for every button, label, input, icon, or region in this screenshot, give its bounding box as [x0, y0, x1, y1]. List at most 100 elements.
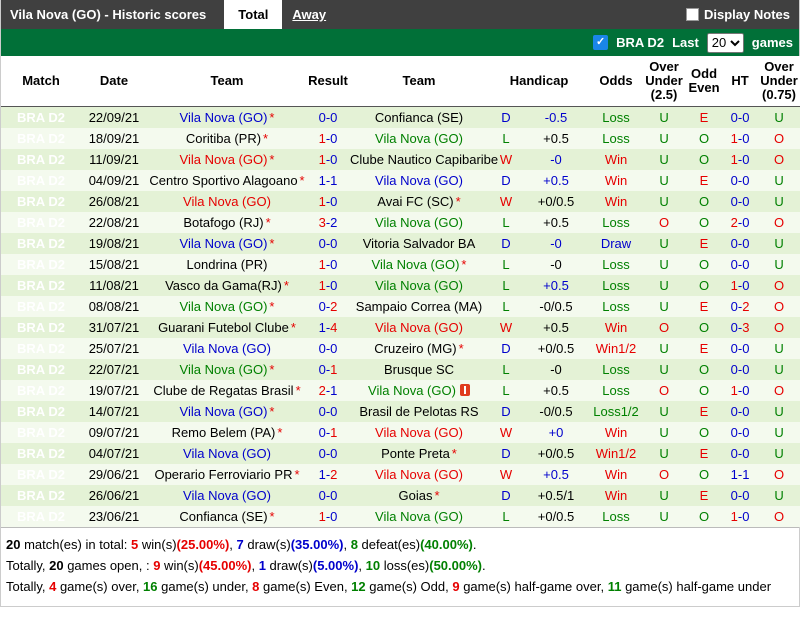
odd-even-cell: E	[685, 170, 724, 191]
star-marker: *	[263, 131, 269, 146]
team-name: Londrina (PR)	[186, 257, 268, 272]
league-badge: BRA D2	[1, 212, 81, 233]
summary-segment: game(s) Even,	[259, 579, 352, 594]
column-header-date: Date	[81, 56, 147, 107]
league-filter-checkbox-icon[interactable]: ✓	[593, 35, 609, 50]
date-cell: 31/07/21	[81, 317, 147, 338]
result-cell: 1-2	[307, 464, 349, 485]
away-team-cell: Clube Nautico Capibaribe	[349, 149, 498, 170]
column-header-over-under-0-75: Over Under (0.75)	[757, 56, 800, 107]
odd-even-cell: O	[685, 191, 724, 212]
away-team-cell: Confianca (SE)	[349, 106, 489, 128]
home-score: 0	[318, 488, 326, 503]
odds-cell: Win1/2	[589, 338, 644, 359]
home-team-cell: Botafogo (RJ) *	[147, 212, 307, 233]
match-row: BRA D2 18/09/21 Coritiba (PR) * 1-0 Vila Nova…	[1, 128, 800, 149]
summary-segment: .	[482, 558, 486, 573]
odds-cell: Loss	[589, 506, 644, 527]
handicap-cell: +0.5	[523, 317, 590, 338]
date-cell: 22/08/21	[81, 212, 147, 233]
team-name: Goias	[398, 488, 433, 503]
away-score: 0	[742, 446, 750, 461]
away-score: 0	[330, 131, 338, 146]
ht-cell: 0-0	[723, 359, 758, 380]
result-letter-cell: W	[489, 191, 523, 212]
odd-even-cell: E	[685, 485, 724, 506]
odd-even-cell: E	[685, 296, 724, 317]
summary-segment: game(s) half-game under	[621, 579, 772, 594]
display-notes-toggle[interactable]: Display Notes	[686, 7, 799, 22]
league-badge: BRA D2	[1, 191, 81, 212]
league-badge: BRA D2	[1, 106, 81, 128]
odds-cell: Loss	[589, 212, 644, 233]
star-marker: *	[269, 236, 275, 251]
odd-even-cell: O	[685, 506, 724, 527]
summary-segment: ,	[358, 558, 366, 573]
odds-cell: Win	[589, 149, 644, 170]
odd-even-cell: O	[685, 422, 724, 443]
panel-title: Vila Nova (GO) - Historic scores	[10, 7, 207, 22]
match-row: BRA D2 22/07/21 Vila Nova (GO) * 0-1 Brusque …	[1, 359, 800, 380]
column-header-home-team: Team	[147, 56, 307, 107]
handicap-cell: -0/0.5	[523, 296, 590, 317]
odds-cell: Win1/2	[589, 443, 644, 464]
handicap-cell: +0.5	[523, 275, 590, 296]
date-cell: 08/08/21	[81, 296, 147, 317]
home-team-cell: Vila Nova (GO) *	[147, 296, 307, 317]
over-under-0-75-cell: U	[757, 254, 800, 275]
red-card-icon	[459, 384, 470, 396]
home-score: 1	[730, 278, 738, 293]
handicap-cell: +0.5/1	[523, 485, 590, 506]
team-name: Vila Nova (GO)	[179, 152, 268, 167]
tab-total[interactable]: Total	[224, 0, 283, 29]
team-name: Vila Nova (GO)	[375, 509, 463, 524]
odd-even-cell: O	[685, 275, 724, 296]
date-cell: 22/09/21	[81, 106, 147, 128]
odd-even-cell: O	[685, 212, 724, 233]
home-team-cell: Vasco da Gama(RJ) *	[147, 275, 307, 296]
result-cell: 0-2	[307, 296, 349, 317]
home-score: 0	[318, 110, 326, 125]
odds-cell: Loss	[589, 380, 644, 401]
ht-cell: 0-3	[723, 317, 758, 338]
result-letter-cell: D	[489, 401, 523, 422]
team-name: Vila Nova (GO)	[183, 488, 271, 503]
summary-segment: 1	[258, 558, 266, 573]
odd-even-cell: O	[685, 149, 724, 170]
away-score: 0	[742, 341, 750, 356]
over-under-2-5-cell: U	[643, 506, 686, 527]
star-marker: *	[269, 299, 275, 314]
home-score: 0	[730, 110, 738, 125]
display-notes-checkbox-icon[interactable]	[686, 8, 700, 21]
team-name: Remo Belem (PA)	[171, 425, 276, 440]
odds-cell: Win	[589, 191, 644, 212]
home-score: 1	[318, 509, 326, 524]
away-team-cell: Cruzeiro (MG) *	[349, 338, 489, 359]
star-marker: *	[283, 278, 289, 293]
league-badge: BRA D2	[1, 170, 81, 191]
over-under-2-5-cell: U	[643, 422, 686, 443]
home-score: 0	[730, 320, 738, 335]
team-name: Vila Nova (GO)	[375, 215, 463, 230]
summary-segment: game(s) under,	[157, 579, 253, 594]
star-marker: *	[295, 383, 301, 398]
ht-cell: 1-1	[723, 464, 758, 485]
star-marker: *	[299, 173, 305, 188]
away-score: 2	[330, 215, 338, 230]
away-team-cell: Vila Nova (GO)	[349, 422, 489, 443]
away-team-cell: Brasil de Pelotas RS	[349, 401, 489, 422]
home-score: 1	[730, 131, 738, 146]
home-score: 0	[318, 299, 326, 314]
over-under-2-5-cell: U	[643, 191, 686, 212]
over-under-0-75-cell: O	[757, 506, 800, 527]
result-letter-cell: D	[489, 233, 523, 254]
games-count-select[interactable]: 20	[706, 32, 744, 53]
over-under-0-75-cell: U	[757, 106, 800, 128]
tab-away[interactable]: Away	[282, 0, 336, 29]
over-under-0-75-cell: U	[757, 170, 800, 191]
team-name: Confianca (SE)	[179, 509, 268, 524]
home-score: 1	[318, 173, 326, 188]
over-under-2-5-cell: U	[643, 233, 686, 254]
star-marker: *	[269, 152, 275, 167]
away-score: 0	[742, 509, 750, 524]
